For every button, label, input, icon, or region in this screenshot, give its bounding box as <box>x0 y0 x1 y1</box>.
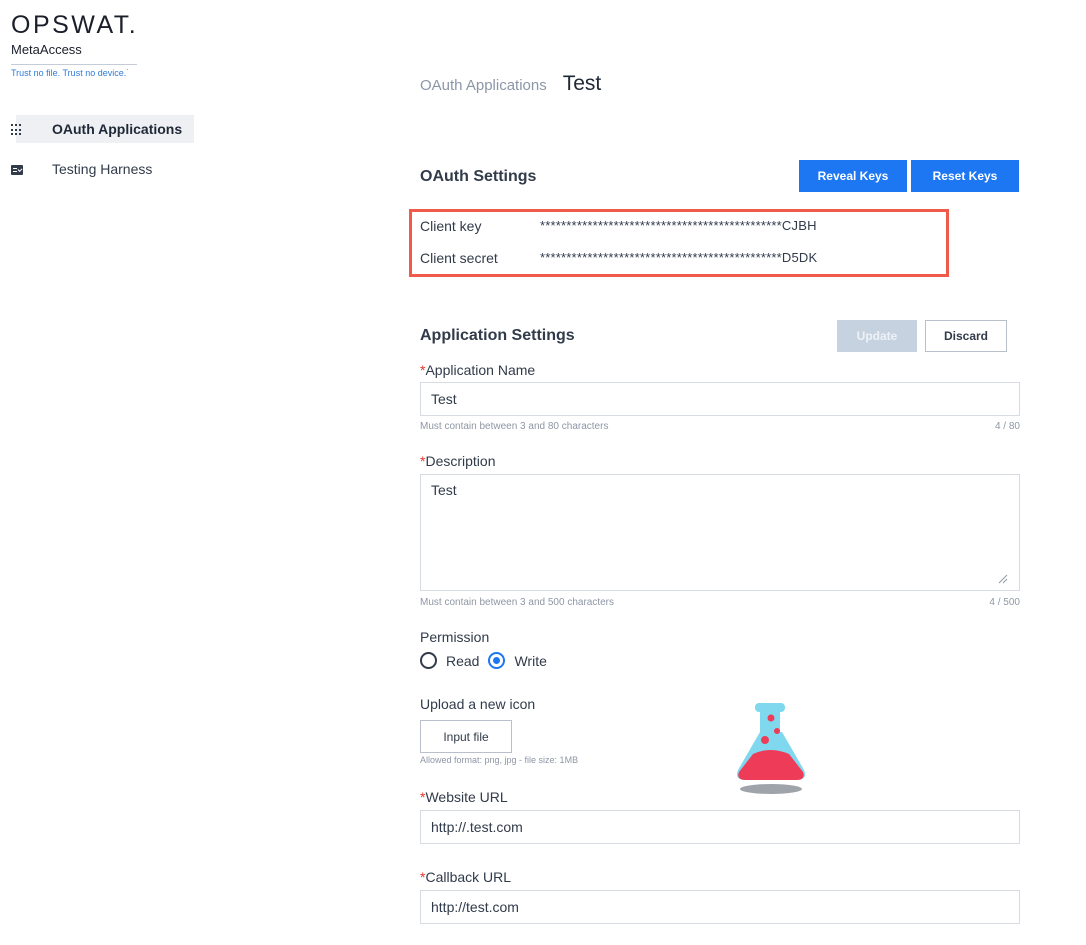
application-name-counter: 4 / 80 <box>994 421 1020 432</box>
permission-write-radio[interactable] <box>488 652 506 669</box>
description-label: *Description <box>420 453 495 469</box>
description-textarea[interactable]: Test <box>420 474 1020 591</box>
application-name-label-text: Application Name <box>425 362 536 378</box>
logo-product: MetaAccess <box>11 42 82 57</box>
callback-url-input[interactable]: http://test.com <box>420 890 1020 924</box>
sidebar-nav: OAuth Applications Testing Harness <box>0 115 200 195</box>
logo-divider <box>11 64 137 65</box>
grid-icon <box>11 124 23 136</box>
reveal-keys-button[interactable]: Reveal Keys <box>799 160 907 192</box>
application-name-input[interactable]: Test <box>420 382 1020 416</box>
task-list-icon <box>11 165 23 175</box>
description-counter: 4 / 500 <box>989 597 1020 608</box>
sidebar-item-oauth-applications[interactable]: OAuth Applications <box>0 115 200 143</box>
client-key-value: ****************************************… <box>540 218 817 233</box>
website-url-label: *Website URL <box>420 789 508 805</box>
permission-read-radio[interactable] <box>420 652 437 669</box>
permission-radio-group: Read Write <box>420 652 556 669</box>
input-file-button[interactable]: Input file <box>420 720 512 753</box>
application-name-label: *Application Name <box>420 362 535 378</box>
permission-read-label[interactable]: Read <box>446 653 479 669</box>
upload-icon-hint: Allowed format: png, jpg - file size: 1M… <box>420 755 579 765</box>
application-name-hint: Must contain between 3 and 80 characters <box>420 421 609 432</box>
website-url-input[interactable]: http://.test.com <box>420 810 1020 844</box>
breadcrumb-oauth-applications[interactable]: OAuth Applications <box>420 77 547 94</box>
resize-handle-icon[interactable] <box>998 574 1008 584</box>
application-settings-title: Application Settings <box>420 327 575 344</box>
update-button[interactable]: Update <box>837 320 917 352</box>
breadcrumb: OAuth Applications Test <box>420 72 601 96</box>
website-url-label-text: Website URL <box>425 789 508 805</box>
sidebar-item-label: Testing Harness <box>52 161 153 177</box>
flask-icon <box>737 703 805 794</box>
permission-write-label[interactable]: Write <box>514 653 546 669</box>
permission-label: Permission <box>420 629 490 645</box>
callback-url-label: *Callback URL <box>420 869 511 885</box>
callback-url-label-text: Callback URL <box>425 869 512 885</box>
client-secret-value: ****************************************… <box>540 250 818 265</box>
client-secret-label: Client secret <box>420 250 498 266</box>
oauth-settings-title: OAuth Settings <box>420 168 537 185</box>
brand-logo[interactable]: OPSWAT. MetaAccess Trust no file. Trust … <box>11 12 141 78</box>
sidebar-item-label: OAuth Applications <box>52 121 183 137</box>
logo-brand: OPSWAT. <box>11 11 139 39</box>
logo-tagline: Trust no file. Trust no device.˙ <box>11 68 130 78</box>
upload-icon-label: Upload a new icon <box>420 696 536 712</box>
description-hint: Must contain between 3 and 500 character… <box>420 597 615 608</box>
page-title: Test <box>562 72 602 95</box>
description-label-text: Description <box>425 453 496 469</box>
client-key-label: Client key <box>420 218 482 234</box>
sidebar-item-testing-harness[interactable]: Testing Harness <box>0 155 200 183</box>
reset-keys-button[interactable]: Reset Keys <box>911 160 1019 192</box>
discard-button[interactable]: Discard <box>925 320 1007 352</box>
